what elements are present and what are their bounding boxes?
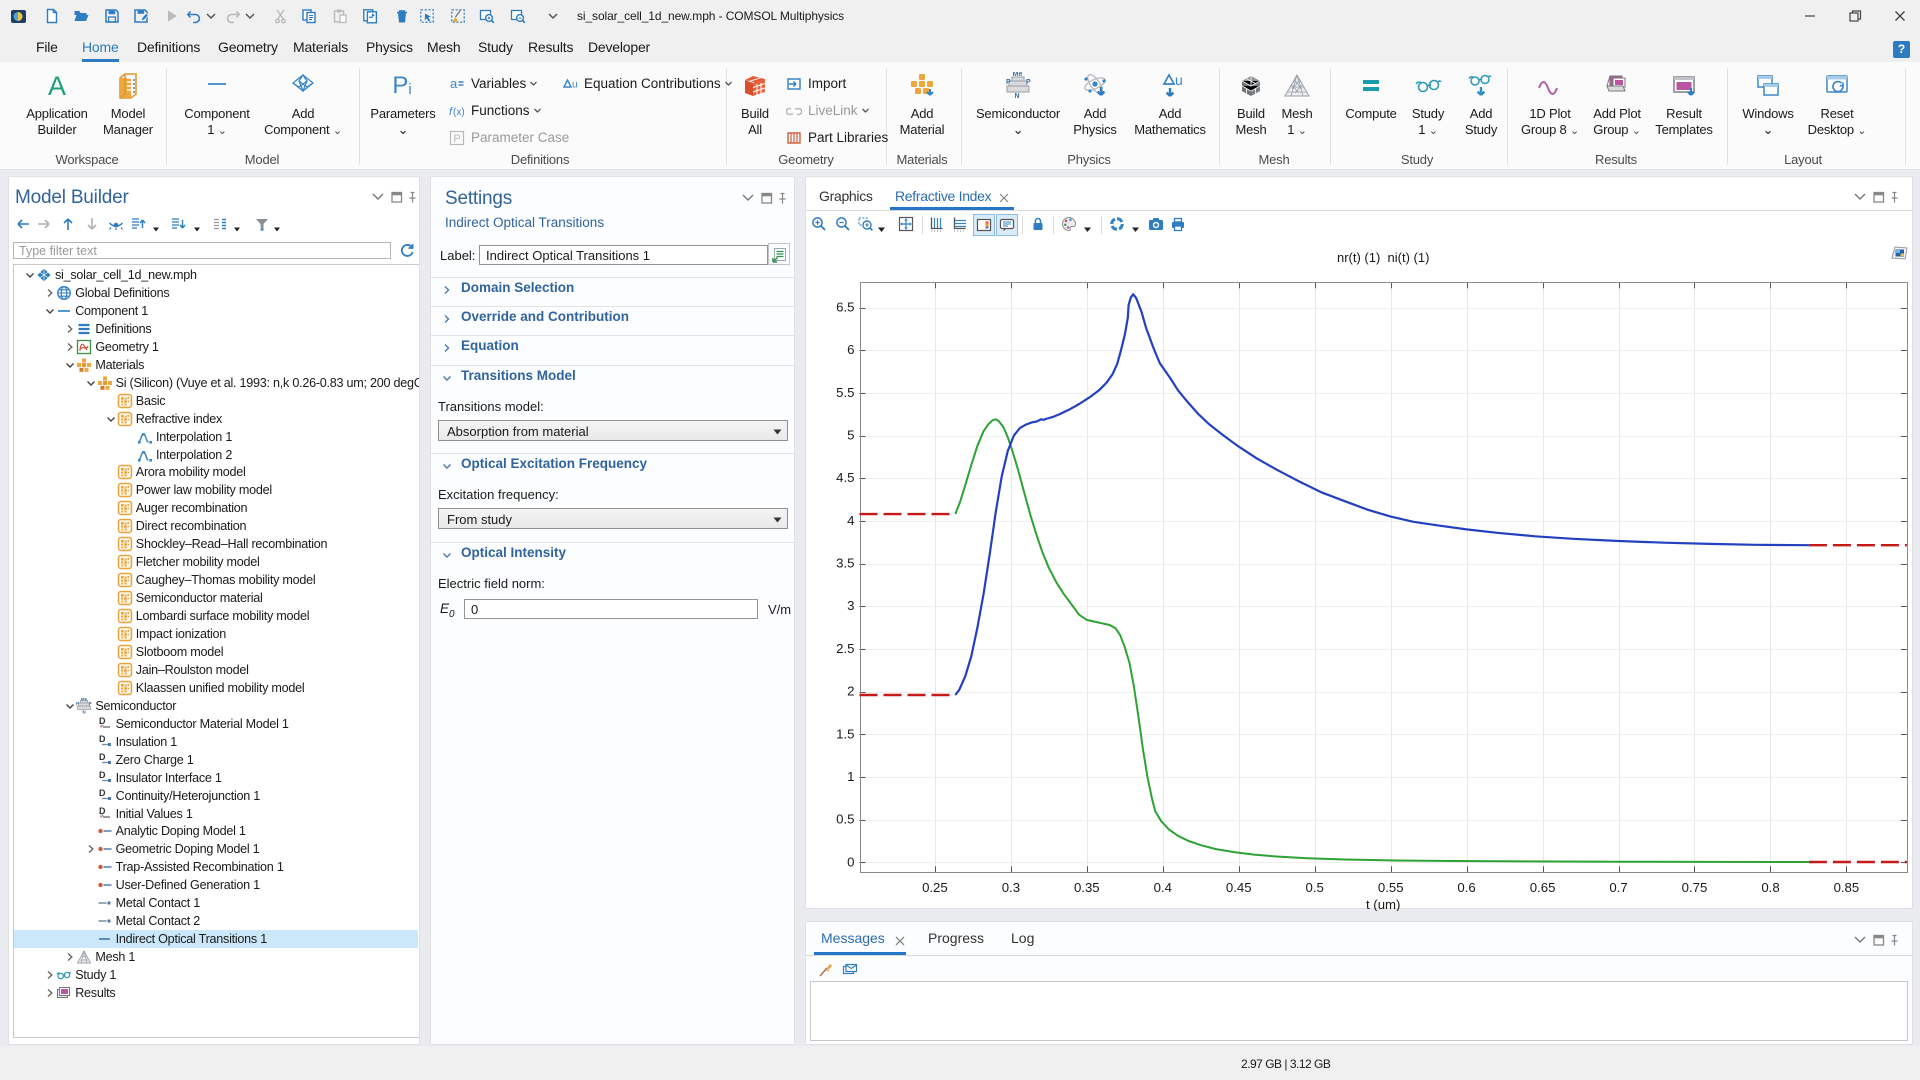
svg-text:0.85: 0.85 [1834,880,1860,895]
svg-text:nr(t) (1) ni(t) (1): nr(t) (1) ni(t) (1) [1337,250,1429,265]
svg-text:0.4: 0.4 [1154,880,1172,895]
svg-text:6.5: 6.5 [836,300,854,315]
svg-text:D: D [99,788,106,798]
svg-text:N: N [1014,93,1019,100]
svg-text:P: P [453,133,460,145]
svg-text:Me: Me [1013,72,1023,78]
svg-text:u: u [1175,72,1183,88]
svg-text:0.75: 0.75 [1682,880,1708,895]
svg-text:2.5: 2.5 [836,641,854,656]
svg-text:0.25: 0.25 [922,880,948,895]
svg-text:5.5: 5.5 [836,385,854,400]
svg-text:D: D [99,770,106,780]
svg-text:u: u [572,80,578,91]
svg-text:D: D [99,752,106,762]
svg-text:0.3: 0.3 [1002,880,1020,895]
svg-text:3: 3 [847,598,854,613]
svg-text:t (um): t (um) [1366,897,1400,911]
svg-text:P: P [76,701,79,706]
svg-text:A: A [48,72,66,100]
svg-text:0.5: 0.5 [1306,880,1324,895]
svg-text:P: P [89,701,92,706]
svg-text:3.5: 3.5 [836,556,854,571]
svg-text:2: 2 [847,684,854,699]
svg-text:1: 1 [847,769,854,784]
svg-text:0.35: 0.35 [1074,880,1100,895]
svg-text:0.65: 0.65 [1530,880,1556,895]
svg-text:0.45: 0.45 [1226,880,1252,895]
svg-text:6: 6 [847,342,854,357]
svg-text:1.5: 1.5 [836,726,854,741]
svg-text:0.7: 0.7 [1609,880,1627,895]
svg-text:0.5: 0.5 [836,812,854,827]
svg-text:0.55: 0.55 [1378,880,1404,895]
svg-text:4: 4 [847,513,854,528]
svg-text:D: D [99,806,106,816]
svg-text:D: D [99,716,106,726]
svg-text:5: 5 [847,428,854,443]
svg-text:Me: Me [81,698,88,701]
svg-text:0.6: 0.6 [1457,880,1475,895]
svg-text:P: P [1006,79,1011,86]
svg-text:a: a [450,76,458,91]
svg-text:D: D [99,734,106,744]
svg-text:0.8: 0.8 [1761,880,1779,895]
svg-text:P: P [1026,79,1031,86]
svg-text:N: N [83,709,87,714]
svg-text:0: 0 [847,854,854,869]
svg-text:Pi: Pi [392,72,411,99]
svg-text:(x): (x) [453,107,465,118]
svg-text:4.5: 4.5 [836,470,854,485]
